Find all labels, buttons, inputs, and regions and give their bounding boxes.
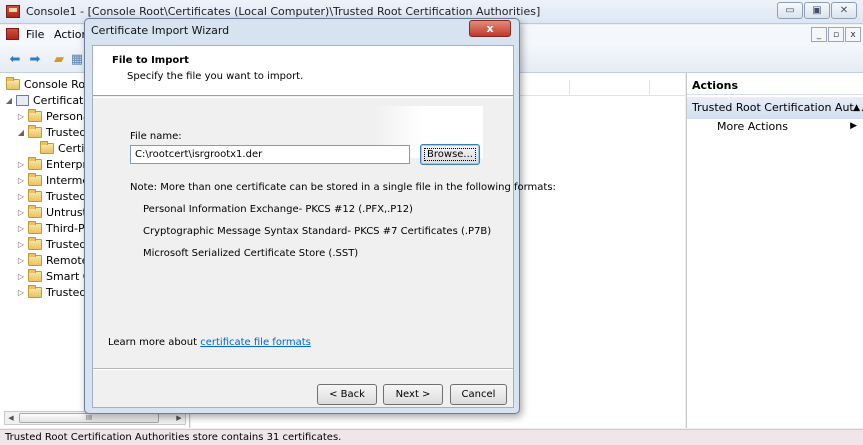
tree-item-personal[interactable]: ▷ Personal: [16, 108, 93, 124]
mmc-window-buttons: ▭ ▣ ✕: [777, 2, 857, 19]
expander-icon[interactable]: ▷: [16, 240, 26, 249]
wizard-close-button[interactable]: x: [469, 20, 511, 37]
file-name-input[interactable]: [130, 145, 410, 164]
format-p7b: Cryptographic Message Syntax Standard- P…: [143, 226, 492, 237]
browse-button[interactable]: Browse...: [420, 144, 480, 165]
folder-icon: [28, 268, 42, 282]
folder-icon: [28, 124, 42, 138]
footer-divider-highlight: [93, 369, 513, 370]
console-icon: [6, 28, 19, 40]
expander-icon[interactable]: ▷: [16, 160, 26, 169]
column-divider[interactable]: [649, 80, 650, 94]
mdi-restore-button[interactable]: ▫: [828, 27, 844, 42]
back-arrow-icon[interactable]: ⬅: [6, 50, 24, 68]
mdi-minimize-button[interactable]: _: [811, 27, 827, 42]
more-actions-item[interactable]: More Actions: [717, 120, 788, 133]
up-folder-icon[interactable]: ▰: [50, 50, 68, 68]
folder-icon: [28, 236, 42, 250]
certificate-import-wizard: Certificate Import Wizard x File to Impo…: [84, 18, 556, 414]
folder-icon: [40, 140, 54, 154]
folder-icon: [28, 204, 42, 218]
wizard-title: Certificate Import Wizard: [91, 24, 230, 37]
folder-icon: [28, 252, 42, 266]
scroll-thumb[interactable]: III: [19, 413, 159, 423]
cancel-button[interactable]: Cancel: [450, 384, 507, 405]
maximize-button[interactable]: ▣: [804, 2, 830, 19]
expander-icon[interactable]: ▷: [16, 272, 26, 281]
wizard-subheading: Specify the file you want to import.: [127, 71, 304, 82]
header-divider: [93, 97, 513, 98]
mmc-app-icon: [6, 5, 20, 18]
expander-icon[interactable]: ▷: [16, 112, 26, 121]
actions-section-header[interactable]: Trusted Root Certification Aut... ▲: [687, 97, 863, 119]
certificate-store-icon: [16, 94, 29, 106]
format-sst: Microsoft Serialized Certificate Store (…: [143, 248, 359, 259]
tree-item-console-root[interactable]: Console Root: [4, 76, 96, 92]
next-button[interactable]: Next >: [383, 384, 443, 405]
expander-icon[interactable]: ▷: [16, 208, 26, 217]
folder-icon: [28, 172, 42, 186]
submenu-arrow-icon: ▶: [850, 121, 857, 131]
expander-icon[interactable]: ▷: [16, 192, 26, 201]
wizard-header: File to Import Specify the file you want…: [93, 46, 513, 96]
folder-icon: [28, 156, 42, 170]
wizard-heading: File to Import: [112, 55, 189, 66]
expander-icon[interactable]: ▷: [16, 176, 26, 185]
formats-note: Note: More than one certificate can be s…: [130, 182, 556, 193]
minimize-button[interactable]: ▭: [777, 2, 803, 19]
status-bar: Trusted Root Certification Authorities s…: [0, 429, 863, 445]
folder-icon: [28, 284, 42, 298]
folder-icon: [28, 108, 42, 122]
certificate-formats-link[interactable]: certificate file formats: [200, 337, 311, 348]
expander-icon[interactable]: ◢: [4, 96, 14, 105]
mdi-window-buttons: _ ▫ x: [811, 27, 861, 42]
expander-icon[interactable]: ▷: [16, 288, 26, 297]
close-button[interactable]: ✕: [831, 2, 857, 19]
back-button[interactable]: < Back: [317, 384, 377, 405]
expander-icon[interactable]: ◢: [16, 128, 26, 137]
format-pfx: Personal Information Exchange- PKCS #12 …: [143, 204, 413, 215]
mmc-window-title: Console1 - [Console Root\Certificates (L…: [26, 5, 541, 18]
collapse-arrow-icon[interactable]: ▲: [853, 97, 860, 119]
folder-icon: [28, 188, 42, 202]
folder-icon: [6, 76, 20, 90]
learn-more-prefix: Learn more about: [108, 337, 201, 348]
menu-file[interactable]: File: [26, 28, 44, 41]
file-name-label: File name:: [130, 131, 182, 142]
actions-pane: Actions Trusted Root Certification Aut..…: [686, 73, 863, 428]
learn-more-text: Learn more about certificate file format…: [108, 337, 311, 348]
column-divider[interactable]: [569, 80, 570, 94]
actions-section-label: Trusted Root Certification Aut...: [692, 101, 863, 114]
expander-icon[interactable]: ▷: [16, 256, 26, 265]
scroll-left-arrow-icon[interactable]: ◀: [5, 412, 17, 424]
actions-header: Actions: [687, 79, 863, 95]
forward-arrow-icon[interactable]: ➡: [26, 50, 44, 68]
wizard-body: File to Import Specify the file you want…: [92, 45, 556, 408]
mdi-close-button[interactable]: x: [845, 27, 861, 42]
folder-icon: [28, 220, 42, 234]
expander-icon[interactable]: ▷: [16, 224, 26, 233]
